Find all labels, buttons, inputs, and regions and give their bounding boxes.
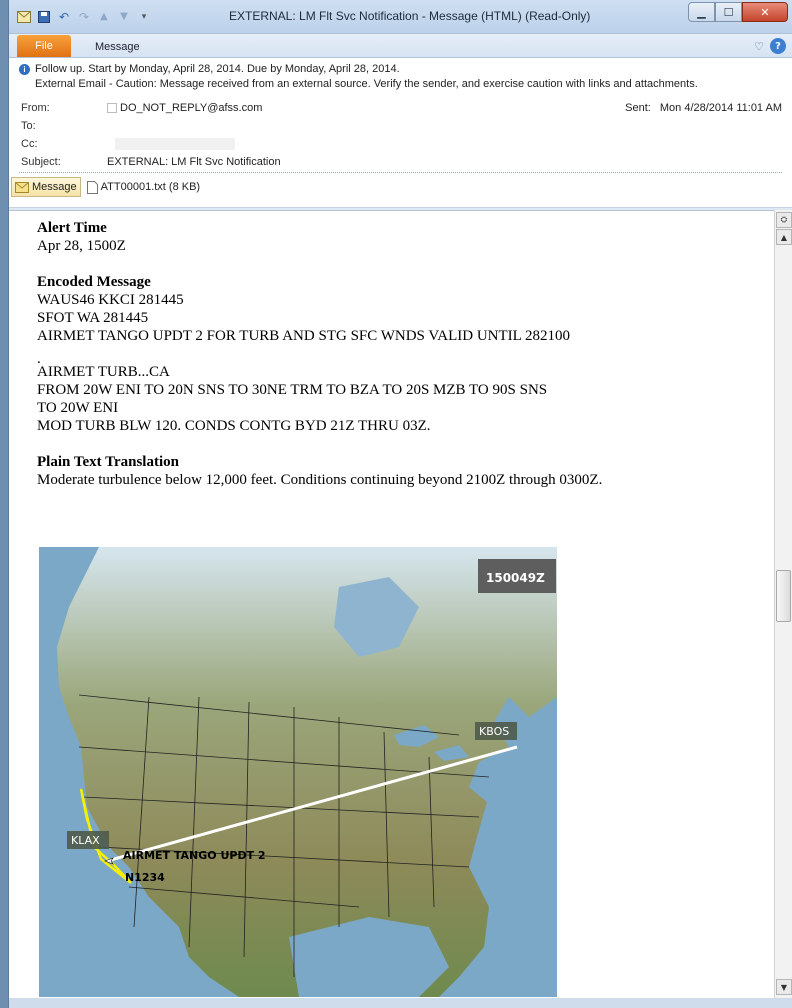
message-header: i Follow up. Start by Monday, April 28, … — [9, 58, 792, 208]
to-row: To: — [21, 120, 107, 132]
tab-file[interactable]: File — [17, 35, 71, 57]
from-label: From: — [21, 102, 50, 114]
tab-message[interactable]: Message — [71, 41, 158, 57]
encoded-line: FROM 20W ENI TO 20N SNS TO 30NE TRM TO B… — [37, 382, 548, 398]
follow-up-text: Follow up. Start by Monday, April 28, 20… — [35, 63, 400, 75]
presence-icon — [107, 103, 117, 113]
undo-icon[interactable]: ↶ — [57, 10, 71, 24]
save-icon[interactable] — [37, 10, 51, 24]
envelope-icon — [17, 10, 31, 24]
scroll-down-button[interactable]: ▼ — [776, 979, 792, 995]
info-icon: i — [19, 63, 30, 75]
north-america-land — [57, 547, 557, 997]
encoded-heading: Encoded Message — [37, 274, 151, 290]
ribbon: File Message ♡ ? — [9, 34, 792, 58]
attachment-bar: Message ATT00001.txt (8 KB) — [9, 176, 200, 198]
maximize-button[interactable]: ☐ — [715, 2, 742, 22]
encoded-line: TO 20W ENI — [37, 400, 119, 416]
close-button[interactable]: ✕ — [742, 2, 788, 22]
map-time-label: 150049Z — [486, 571, 545, 585]
quick-access-toolbar: ↶ ↷ ▲ ▼ ▾ — [17, 10, 151, 24]
flight-map: 150049Z KBOS KLAX AIRMET TANGO UPDT 2 N1… — [39, 547, 557, 997]
vertical-scrollbar[interactable]: ⛭ ▲ ▼ — [774, 210, 792, 998]
sent-info: Sent: Mon 4/28/2014 11:01 AM — [625, 102, 782, 114]
origin-label: KLAX — [71, 834, 100, 847]
smart-tag-icon[interactable]: ⛭ — [776, 212, 792, 228]
attachment-name: ATT00001.txt (8 KB) — [100, 181, 201, 193]
cc-label: Cc: — [21, 138, 38, 150]
customize-toolbar-icon[interactable]: ▾ — [137, 10, 151, 24]
attachment-file[interactable]: ATT00001.txt (8 KB) — [86, 180, 201, 194]
subject-label: Subject: — [21, 156, 61, 168]
title-bar: ↶ ↷ ▲ ▼ ▾ EXTERNAL: LM Flt Svc Notificat… — [9, 0, 792, 34]
scroll-thumb[interactable] — [776, 570, 791, 622]
down-arrow-icon[interactable]: ▼ — [117, 10, 131, 24]
encoded-line: MOD TURB BLW 120. CONDS CONTG BYD 21Z TH… — [37, 418, 431, 434]
from-row: From: DO_NOT_REPLY@afss.com — [21, 102, 262, 114]
expand-ribbon-icon[interactable]: ♡ — [754, 40, 764, 53]
destination-label: KBOS — [479, 725, 509, 738]
alert-time-value: Apr 28, 1500Z — [37, 238, 126, 254]
cc-row: Cc: — [21, 138, 235, 150]
alert-time-heading: Alert Time — [37, 220, 107, 236]
encoded-line: SFOT WA 281445 — [37, 310, 149, 326]
map-graphic: 150049Z KBOS KLAX AIRMET TANGO UPDT 2 N1… — [57, 547, 557, 997]
envelope-icon — [15, 181, 29, 193]
message-body: Alert Time Apr 28, 1500Z Encoded Message… — [9, 210, 775, 998]
subject-value: EXTERNAL: LM Flt Svc Notification — [107, 156, 281, 168]
redo-icon[interactable]: ↷ — [77, 10, 91, 24]
encoded-line: AIRMET TURB...CA — [37, 364, 170, 380]
sender-address[interactable]: DO_NOT_REPLY@afss.com — [120, 102, 262, 114]
window-title: EXTERNAL: LM Flt Svc Notification - Mess… — [229, 9, 591, 23]
message-view-label: Message — [32, 181, 77, 193]
to-label: To: — [21, 120, 36, 132]
message-view-button[interactable]: Message — [11, 177, 81, 197]
help-icon[interactable]: ? — [770, 38, 786, 54]
outlook-message-window: ↶ ↷ ▲ ▼ ▾ EXTERNAL: LM Flt Svc Notificat… — [8, 0, 792, 1008]
follow-up-bar: i Follow up. Start by Monday, April 28, … — [19, 63, 400, 75]
window-controls: ▁ ☐ ✕ — [688, 2, 788, 22]
text-file-icon — [86, 180, 98, 194]
sent-label: Sent: — [625, 102, 651, 114]
plain-heading: Plain Text Translation — [37, 454, 179, 470]
encoded-line: WAUS46 KKCI 281445 — [37, 292, 184, 308]
header-divider — [19, 172, 782, 173]
up-arrow-icon[interactable]: ▲ — [97, 10, 111, 24]
external-warning: External Email - Caution: Message receiv… — [35, 78, 698, 90]
airmet-label: AIRMET TANGO UPDT 2 — [123, 849, 266, 862]
aircraft-label: N1234 — [125, 871, 165, 884]
redacted-recipients — [115, 138, 235, 150]
minimize-button[interactable]: ▁ — [688, 2, 715, 22]
encoded-line: . — [37, 351, 41, 367]
scroll-up-button[interactable]: ▲ — [776, 229, 792, 245]
status-bar — [9, 998, 792, 1008]
sent-value: Mon 4/28/2014 11:01 AM — [659, 102, 782, 114]
encoded-line: AIRMET TANGO UPDT 2 FOR TURB AND STG SFC… — [37, 328, 571, 344]
plain-text: Moderate turbulence below 12,000 feet. C… — [37, 472, 603, 488]
subject-row: Subject: EXTERNAL: LM Flt Svc Notificati… — [21, 156, 281, 168]
